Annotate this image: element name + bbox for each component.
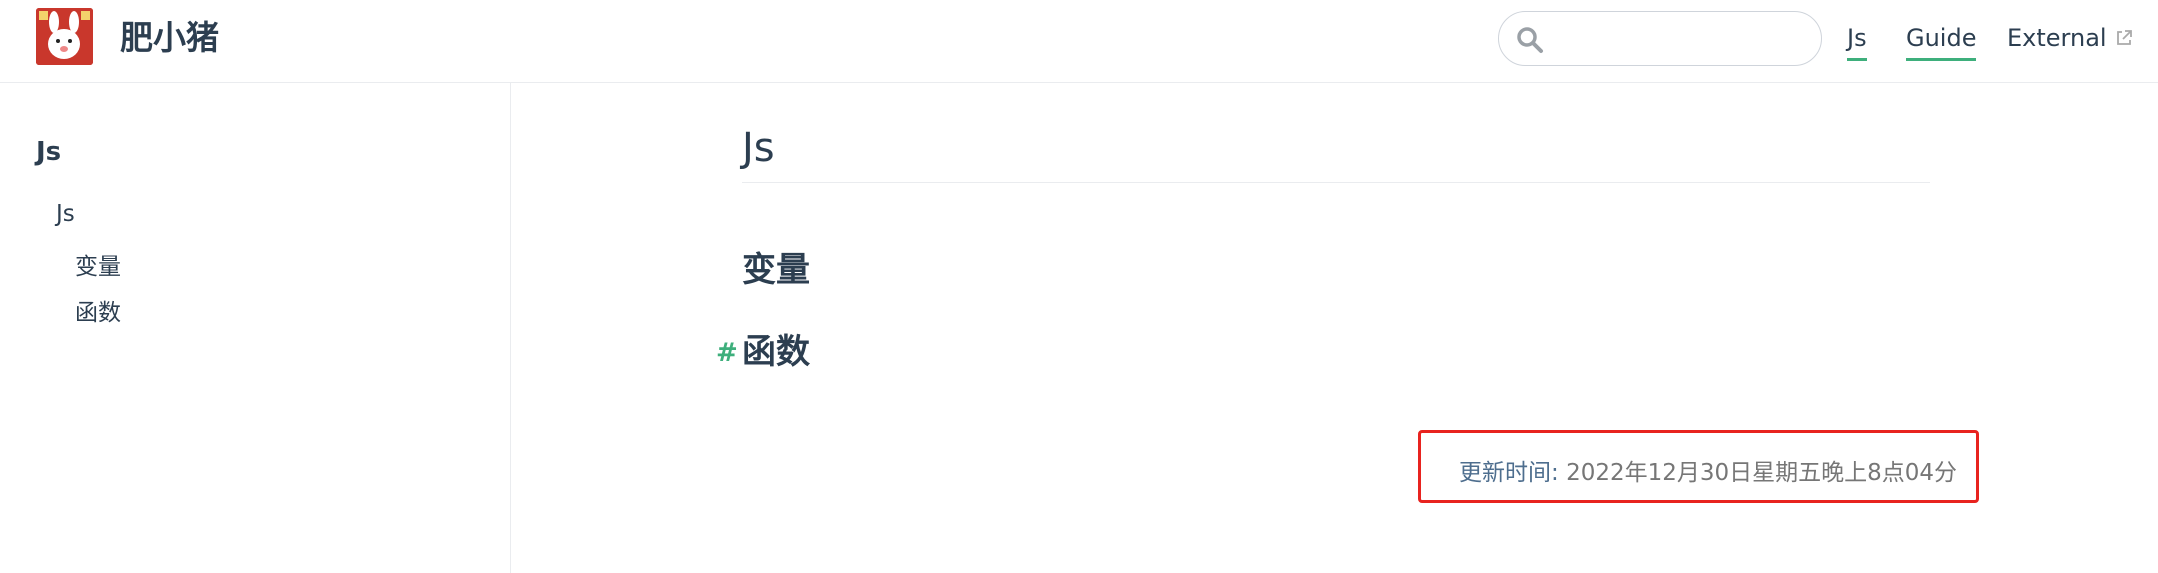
section-heading-variables: 变量 bbox=[742, 250, 810, 290]
last-updated: 更新时间: 2022年12月30日星期五晚上8点04分 bbox=[1459, 453, 1957, 487]
search-icon bbox=[1517, 27, 1543, 53]
nav-link-js[interactable]: Js bbox=[1847, 22, 1867, 61]
external-link-icon bbox=[2116, 30, 2132, 45]
sidebar: Js Js 变量 函数 bbox=[0, 83, 511, 573]
nav-link-external[interactable]: External bbox=[2007, 22, 2133, 58]
sidebar-item-variables[interactable]: 变量 bbox=[75, 247, 121, 281]
header-anchor[interactable]: # bbox=[716, 338, 738, 368]
navbar: 肥小猪 Js Guide External bbox=[0, 0, 2158, 83]
page-title: Js bbox=[742, 125, 775, 171]
sidebar-heading[interactable]: Js bbox=[36, 137, 61, 167]
last-updated-label: 更新时间: bbox=[1459, 460, 1559, 486]
nav-link-guide[interactable]: Guide bbox=[1906, 22, 1977, 61]
last-updated-value: 2022年12月30日星期五晚上8点04分 bbox=[1566, 460, 1958, 486]
site-name[interactable]: 肥小猪 bbox=[120, 16, 219, 60]
sidebar-item-js[interactable]: Js bbox=[56, 201, 75, 227]
section-heading-functions: 函数 bbox=[742, 332, 810, 372]
site-logo[interactable] bbox=[36, 8, 93, 65]
logo-image bbox=[36, 8, 93, 65]
sidebar-item-functions[interactable]: 函数 bbox=[75, 293, 121, 327]
title-divider bbox=[742, 182, 1930, 183]
nav-link-external-label: External bbox=[2007, 24, 2107, 52]
search-input[interactable] bbox=[1555, 20, 1805, 58]
last-updated-box: 更新时间: 2022年12月30日星期五晚上8点04分 bbox=[1418, 430, 1979, 503]
search-box[interactable] bbox=[1498, 11, 1822, 66]
